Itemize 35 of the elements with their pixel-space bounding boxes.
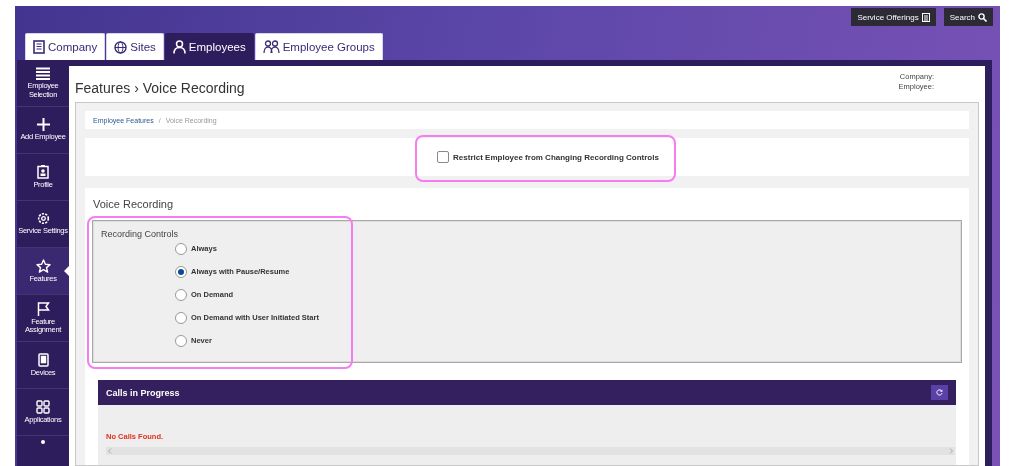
refresh-icon — [936, 389, 943, 396]
radio-button[interactable] — [175, 334, 187, 347]
radio-button[interactable] — [175, 242, 187, 255]
tab[interactable]: Employees — [164, 33, 254, 60]
building-icon — [33, 40, 45, 54]
checkbox-label: Restrict Employee from Changing Recording Controls — [453, 152, 659, 162]
grid-icon — [36, 399, 50, 414]
tablet-icon — [37, 352, 49, 367]
gear-icon — [36, 212, 50, 226]
document-icon — [921, 12, 930, 22]
plus-icon — [36, 118, 50, 132]
panel-title: Calls in Progress — [106, 387, 180, 398]
radio-button[interactable] — [175, 288, 187, 301]
globe-icon — [114, 40, 128, 54]
tab[interactable]: Company — [25, 33, 106, 60]
section-title: Voice Recording — [93, 198, 175, 210]
group-legend: Recording Controls — [101, 229, 953, 239]
tab[interactable]: Sites — [106, 33, 164, 60]
page-title: Features › Voice Recording — [75, 80, 245, 96]
list-icon — [36, 67, 50, 81]
service-offerings-button[interactable]: Service Offerings — [851, 8, 936, 26]
checkbox[interactable] — [437, 151, 450, 163]
star-icon — [35, 258, 51, 273]
horizontal-scrollbar[interactable] — [106, 447, 955, 455]
search-button[interactable]: Search — [943, 8, 993, 26]
more-icon — [41, 440, 45, 446]
people-icon — [262, 40, 280, 54]
radio-button[interactable] — [175, 265, 187, 278]
search-icon — [978, 12, 987, 22]
person-icon — [172, 40, 186, 54]
tab[interactable]: Employee Groups — [254, 33, 383, 60]
radio-button[interactable] — [175, 311, 187, 324]
flag-icon — [36, 301, 50, 316]
refresh-button[interactable] — [931, 385, 948, 400]
id-badge-icon — [37, 164, 49, 179]
